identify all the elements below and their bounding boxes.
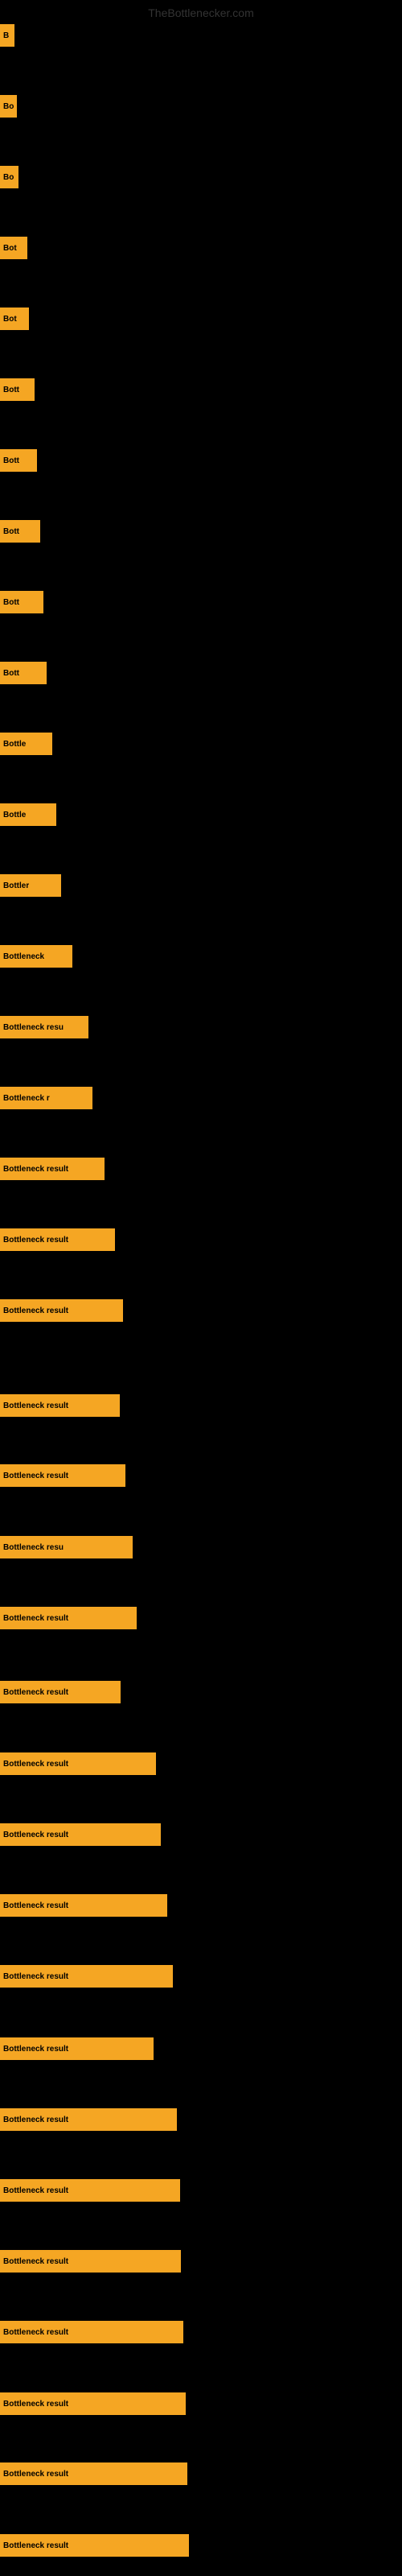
bar-item-17: Bottleneck result <box>0 1158 105 1180</box>
bar-label-8: Bott <box>3 527 19 536</box>
bar-label-22: Bottleneck resu <box>3 1543 64 1552</box>
bar-label-31: Bottleneck result <box>3 2186 68 2195</box>
bar-label-17: Bottleneck result <box>3 1165 68 1174</box>
bar-item-19: Bottleneck result <box>0 1299 123 1322</box>
bar-label-35: Bottleneck result <box>3 2470 68 2479</box>
bar-item-4: Bot <box>0 237 27 259</box>
bar-item-1: B <box>0 24 14 47</box>
bar-item-34: Bottleneck result <box>0 2392 186 2415</box>
bar-label-10: Bott <box>3 669 19 678</box>
bar-label-13: Bottler <box>3 881 29 890</box>
bar-label-2: Bo <box>3 102 14 111</box>
bar-label-21: Bottleneck result <box>3 1472 68 1480</box>
bar-label-1: B <box>3 31 9 40</box>
bar-label-16: Bottleneck r <box>3 1094 50 1103</box>
bar-item-30: Bottleneck result <box>0 2108 177 2131</box>
bar-item-9: Bott <box>0 591 43 613</box>
bar-item-14: Bottleneck <box>0 945 72 968</box>
bar-item-20: Bottleneck result <box>0 1394 120 1417</box>
bar-item-10: Bott <box>0 662 47 684</box>
bar-label-27: Bottleneck result <box>3 1901 68 1910</box>
bar-item-23: Bottleneck result <box>0 1607 137 1629</box>
bar-label-29: Bottleneck result <box>3 2045 68 2054</box>
bar-item-32: Bottleneck result <box>0 2250 181 2273</box>
bar-label-15: Bottleneck resu <box>3 1023 64 1032</box>
bar-item-33: Bottleneck result <box>0 2321 183 2343</box>
bar-label-9: Bott <box>3 598 19 607</box>
bar-item-7: Bott <box>0 449 37 472</box>
bar-label-24: Bottleneck result <box>3 1688 68 1697</box>
bar-label-7: Bott <box>3 456 19 465</box>
bar-label-14: Bottleneck <box>3 952 44 961</box>
bar-item-11: Bottle <box>0 733 52 755</box>
bar-item-18: Bottleneck result <box>0 1228 115 1251</box>
bar-label-6: Bott <box>3 386 19 394</box>
bar-item-5: Bot <box>0 308 29 330</box>
bar-item-6: Bott <box>0 378 35 401</box>
bar-item-29: Bottleneck result <box>0 2037 154 2060</box>
bar-label-28: Bottleneck result <box>3 1972 68 1981</box>
bar-label-36: Bottleneck result <box>3 2541 68 2550</box>
bar-item-28: Bottleneck result <box>0 1965 173 1988</box>
bar-label-5: Bot <box>3 315 17 324</box>
bar-label-33: Bottleneck result <box>3 2328 68 2337</box>
bar-item-27: Bottleneck result <box>0 1894 167 1917</box>
bar-label-20: Bottleneck result <box>3 1402 68 1410</box>
bar-label-23: Bottleneck result <box>3 1614 68 1623</box>
bar-item-36: Bottleneck result <box>0 2534 189 2557</box>
bar-item-15: Bottleneck resu <box>0 1016 88 1038</box>
bar-label-18: Bottleneck result <box>3 1236 68 1245</box>
bar-item-2: Bo <box>0 95 17 118</box>
bar-label-32: Bottleneck result <box>3 2257 68 2266</box>
bar-item-8: Bott <box>0 520 40 543</box>
bar-item-24: Bottleneck result <box>0 1681 121 1703</box>
bar-label-3: Bo <box>3 173 14 182</box>
bar-label-4: Bot <box>3 244 17 253</box>
bar-item-35: Bottleneck result <box>0 2462 187 2485</box>
site-title: TheBottlenecker.com <box>148 6 254 19</box>
bar-label-34: Bottleneck result <box>3 2400 68 2409</box>
bar-label-11: Bottle <box>3 740 26 749</box>
bar-item-31: Bottleneck result <box>0 2179 180 2202</box>
bar-label-25: Bottleneck result <box>3 1760 68 1769</box>
bar-item-21: Bottleneck result <box>0 1464 125 1487</box>
bar-label-30: Bottleneck result <box>3 2116 68 2124</box>
bar-item-26: Bottleneck result <box>0 1823 161 1846</box>
bar-label-19: Bottleneck result <box>3 1307 68 1315</box>
bar-item-25: Bottleneck result <box>0 1752 156 1775</box>
bar-item-13: Bottler <box>0 874 61 897</box>
bar-item-22: Bottleneck resu <box>0 1536 133 1558</box>
bar-item-12: Bottle <box>0 803 56 826</box>
bar-item-3: Bo <box>0 166 18 188</box>
bar-label-12: Bottle <box>3 811 26 819</box>
bar-item-16: Bottleneck r <box>0 1087 92 1109</box>
bar-label-26: Bottleneck result <box>3 1831 68 1839</box>
